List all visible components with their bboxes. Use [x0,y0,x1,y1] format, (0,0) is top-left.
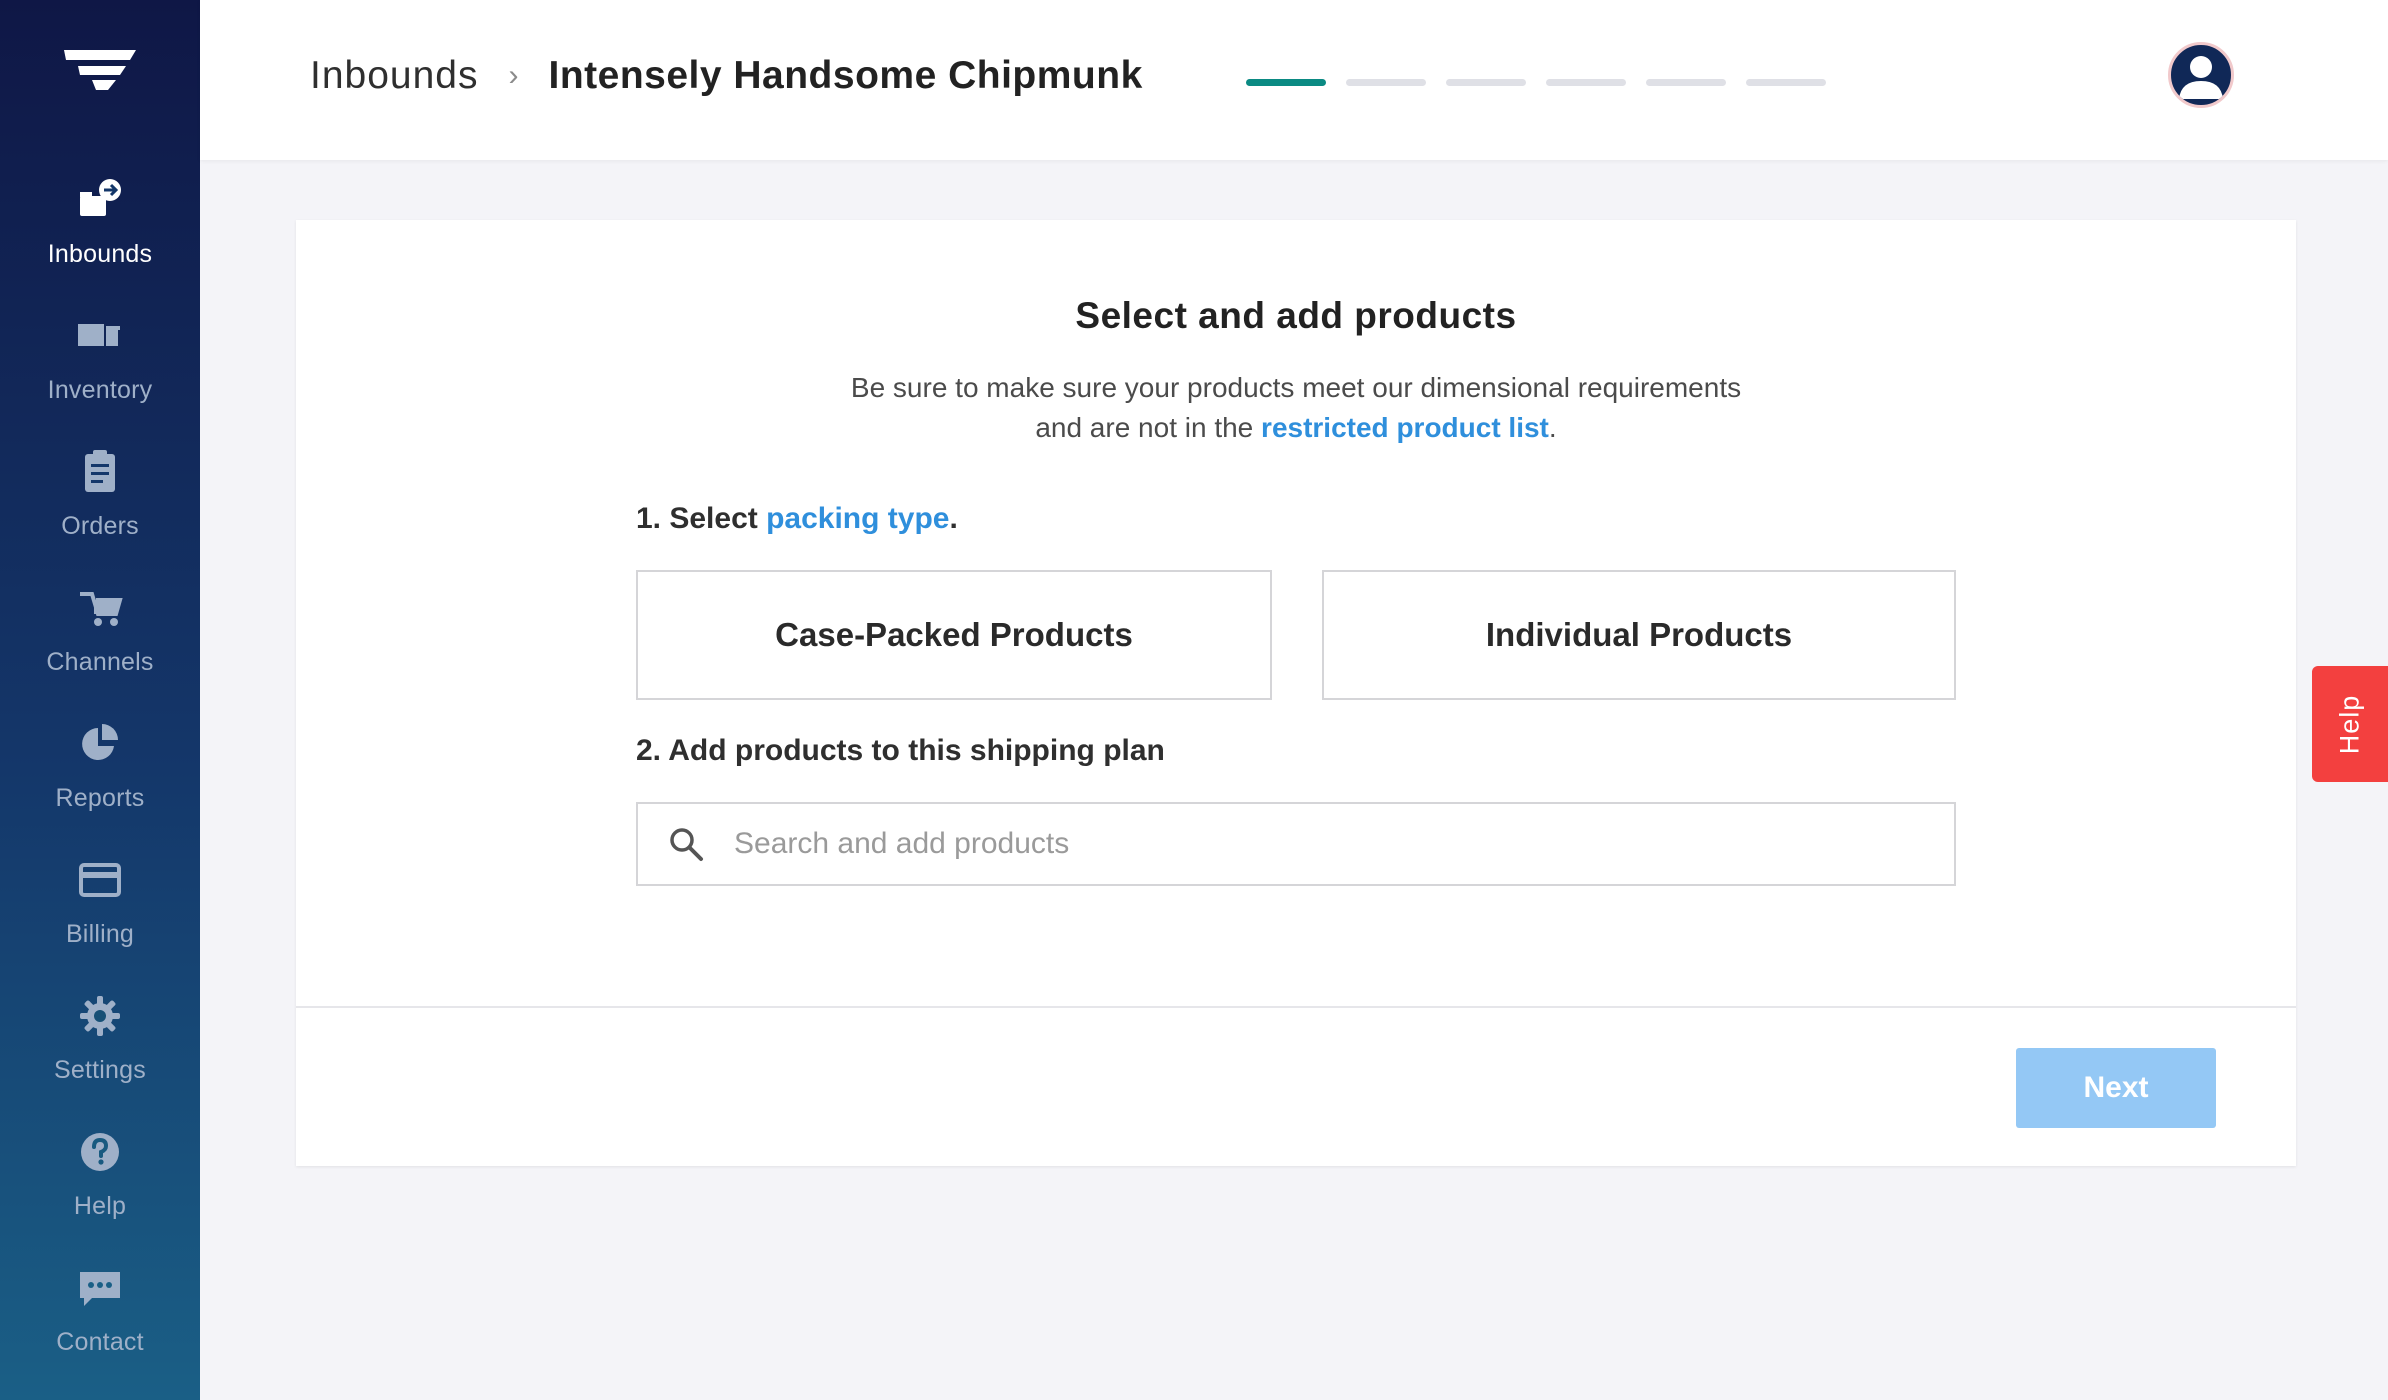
inbounds-icon [74,174,126,226]
progress-step [1746,79,1826,86]
sidebar-item-label: Channels [46,648,154,676]
sidebar-item-inbounds[interactable]: Inbounds [0,150,200,286]
user-icon [2179,56,2223,99]
subtitle-period: . [1548,412,1557,443]
step-1-period: . [949,502,958,535]
sidebar-item-reports[interactable]: Reports [0,694,200,830]
step-progress [1246,79,1826,86]
card-divider [296,1006,2296,1008]
search-input[interactable] [734,827,1914,861]
sidebar-item-channels[interactable]: Channels [0,558,200,694]
sidebar-item-settings[interactable]: Settings [0,966,200,1102]
sidebar-item-label: Inbounds [47,240,153,268]
progress-step [1446,79,1526,86]
top-header: Inbounds › Intensely Handsome Chipmunk [200,0,2388,160]
page-title: Intensely Handsome Chipmunk [548,54,1143,97]
brand-logo[interactable] [60,44,140,94]
next-button[interactable]: Next [2016,1048,2216,1128]
sidebar-item-inventory[interactable]: Inventory [0,286,200,422]
channels-icon [74,582,126,634]
sidebar-item-label: Contact [56,1328,144,1356]
breadcrumb-chevron-icon: › [508,59,519,92]
packing-type-link[interactable]: packing type [766,502,949,535]
sidebar-item-help[interactable]: Help [0,1102,200,1238]
avatar[interactable] [2168,42,2234,108]
sidebar-item-label: Settings [54,1056,146,1084]
question-icon [74,1126,126,1178]
card-title: Select and add products [1075,295,1517,336]
breadcrumb: Inbounds › Intensely Handsome Chipmunk [310,52,1143,100]
step-1-label: 1. Select packing type. [636,502,958,536]
progress-step [1646,79,1726,86]
orders-icon [74,446,126,498]
step-2-label: 2. Add products to this shipping plan [636,734,1165,767]
case-packed-products-button[interactable]: Case-Packed Products [636,570,1272,700]
sidebar-item-label: Reports [55,784,145,812]
progress-step [1246,79,1326,86]
card-subtitle: Be sure to make sure your products meet … [846,368,1746,448]
inventory-icon [74,310,126,362]
sidebar-item-label: Billing [65,920,135,948]
help-tab-label: Help [2334,694,2365,754]
sidebar-item-billing[interactable]: Billing [0,830,200,966]
sidebar-item-orders[interactable]: Orders [0,422,200,558]
step-1-text: 1. Select [636,502,758,535]
sidebar: Inbounds Inventory Orders Channels Repor… [0,0,200,1400]
progress-step [1546,79,1626,86]
chat-icon [74,1262,126,1314]
select-products-card: Select and add products Be sure to make … [296,220,2296,1166]
sidebar-item-label: Help [73,1192,127,1220]
sidebar-item-label: Orders [61,512,139,540]
help-tab[interactable]: Help [2312,666,2388,782]
sidebar-item-contact[interactable]: Contact [0,1238,200,1374]
breadcrumb-inbounds-link[interactable]: Inbounds [310,52,478,100]
sidebar-item-label: Inventory [47,376,153,404]
billing-icon [74,854,126,906]
search-icon [670,828,703,861]
individual-products-button[interactable]: Individual Products [1322,570,1956,700]
gear-icon [74,990,126,1042]
product-search-box[interactable] [636,802,1956,886]
reports-icon [74,718,126,770]
restricted-product-list-link[interactable]: restricted product list [1261,412,1549,443]
progress-step [1346,79,1426,86]
